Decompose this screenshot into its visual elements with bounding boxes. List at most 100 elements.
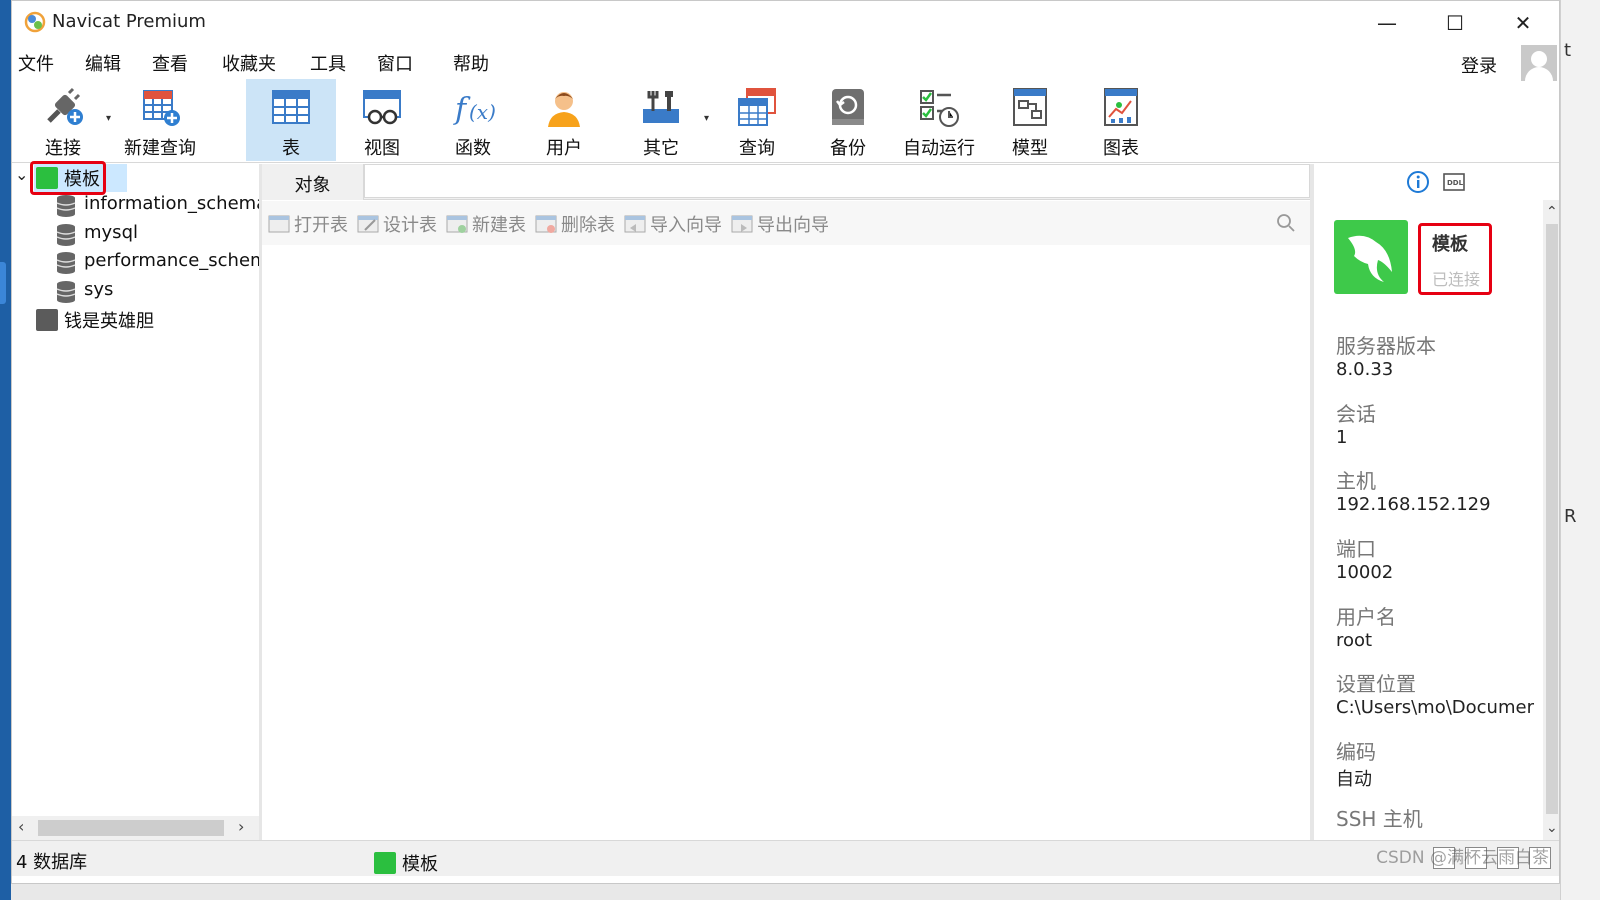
mysql-dolphin-icon	[36, 309, 58, 331]
user-label: 用户	[546, 138, 582, 159]
connect-label: 连接	[45, 138, 81, 159]
chevron-down-icon[interactable]: ⌄	[15, 165, 28, 184]
tree-item-database[interactable]: mysql	[12, 221, 259, 249]
minimize-button[interactable]: —	[1362, 7, 1412, 39]
scroll-down-icon[interactable]: ⌄	[1546, 820, 1558, 836]
database-icon	[56, 252, 76, 274]
chart-label: 图表	[1103, 138, 1139, 159]
connection-tree: ⌄ 模板 information_schema mysql performanc…	[12, 161, 259, 816]
model-label: 模型	[1012, 138, 1048, 159]
export-wizard-button[interactable]: 导出向导	[731, 211, 829, 237]
prop-label: 服务器版本	[1336, 334, 1436, 358]
ddl-icon[interactable]: DDL	[1442, 170, 1466, 194]
desktop-right-edge: t R	[1560, 0, 1600, 900]
prop-label: 用户名	[1336, 605, 1396, 629]
close-button[interactable]: ✕	[1498, 7, 1548, 39]
status-bar: 4 数据库 模板 CSDN @满杯云雨白茶	[12, 840, 1559, 876]
prop-value: C:\Users\mo\Documer	[1336, 697, 1534, 718]
tree-item-label: sys	[84, 279, 114, 300]
plug-icon	[47, 87, 83, 125]
design-table-icon	[357, 215, 379, 233]
new-table-button[interactable]: 新建表	[446, 211, 526, 237]
view-button[interactable]: 视图	[337, 79, 427, 161]
desktop-char: R	[1564, 506, 1577, 527]
other-dropdown-icon[interactable]: ▾	[704, 113, 709, 124]
chart-icon	[1104, 88, 1138, 126]
status-connection-label: 模板	[402, 854, 438, 875]
navicat-logo-icon	[24, 11, 46, 33]
open-table-button[interactable]: 打开表	[268, 211, 348, 237]
info-vertical-scrollbar[interactable]: ⌃ ⌄	[1543, 200, 1559, 840]
object-list-area[interactable]	[262, 245, 1310, 840]
export-icon	[731, 215, 753, 233]
function-icon: f (x)	[453, 92, 495, 127]
view-icon	[363, 90, 401, 125]
table-icon	[272, 90, 310, 124]
menu-edit[interactable]: 编辑	[85, 50, 121, 76]
automation-label: 自动运行	[903, 138, 975, 159]
tree-item-connection-other[interactable]: 钱是英雄胆	[12, 306, 259, 334]
info-icon[interactable]	[1406, 170, 1430, 194]
tree-item-database[interactable]: information_schema	[12, 192, 259, 220]
backup-button[interactable]: 备份	[803, 79, 893, 161]
menu-file[interactable]: 文件	[18, 50, 54, 76]
menu-view[interactable]: 查看	[152, 50, 188, 76]
new-table-label: 新建表	[472, 215, 526, 236]
user-button[interactable]: 用户	[519, 79, 609, 161]
open-table-icon	[268, 215, 290, 233]
menu-help[interactable]: 帮助	[453, 50, 489, 76]
database-icon	[56, 195, 76, 217]
maximize-button[interactable]: ☐	[1430, 7, 1480, 39]
tab-objects[interactable]: 对象	[262, 164, 364, 200]
menu-bar: 文件 编辑 查看 收藏夹 工具 窗口 帮助 登录	[12, 45, 1559, 81]
scrollbar-thumb[interactable]	[38, 820, 224, 836]
database-icon	[56, 281, 76, 303]
function-button[interactable]: f (x) 函数	[428, 79, 518, 161]
delete-table-button[interactable]: 删除表	[535, 211, 615, 237]
tree-item-database[interactable]: performance_schema	[12, 249, 259, 277]
chart-button[interactable]: 图表	[1076, 79, 1166, 161]
window-title: Navicat Premium	[52, 11, 206, 32]
mysql-connection-logo	[1334, 220, 1408, 294]
delete-table-icon	[535, 215, 557, 233]
prop-value: 8.0.33	[1336, 359, 1394, 380]
query-label: 查询	[739, 138, 775, 159]
desktop-char: t	[1564, 40, 1572, 61]
backup-label: 备份	[830, 138, 866, 159]
menu-tools[interactable]: 工具	[310, 50, 346, 76]
menu-window[interactable]: 窗口	[377, 50, 413, 76]
table-button[interactable]: 表	[246, 79, 336, 161]
prop-value: 自动	[1336, 769, 1372, 790]
search-icon[interactable]	[1276, 213, 1296, 233]
prop-label: 会话	[1336, 402, 1376, 426]
main-toolbar: 连接 ▾ 新建查询 表 视图 f (x) 函数 用户 其它 ▾ 查询 备份 自动…	[12, 79, 1559, 163]
tree-item-database[interactable]: sys	[12, 278, 259, 306]
user-avatar-icon[interactable]	[1521, 45, 1557, 81]
design-table-button[interactable]: 设计表	[357, 211, 437, 237]
connect-button[interactable]: 连接 ▾	[18, 79, 111, 161]
design-table-label: 设计表	[383, 215, 437, 236]
connect-dropdown-icon[interactable]: ▾	[106, 113, 111, 124]
model-button[interactable]: 模型	[985, 79, 1075, 161]
watermark: CSDN @满杯云雨白茶	[1376, 848, 1549, 868]
scroll-right-icon[interactable]: ›	[238, 817, 244, 836]
prop-value: 10002	[1336, 562, 1394, 583]
annotation-highlight-box	[1418, 223, 1492, 295]
scroll-up-icon[interactable]: ⌃	[1546, 204, 1558, 220]
tools-icon	[643, 91, 679, 123]
login-link[interactable]: 登录	[1461, 52, 1497, 78]
scrollbar-thumb[interactable]	[1546, 224, 1558, 814]
new-query-button[interactable]: 新建查询	[115, 79, 205, 161]
tree-horizontal-scrollbar[interactable]: ‹ ›	[12, 816, 259, 840]
other-button[interactable]: 其它 ▾	[616, 79, 709, 161]
automation-button[interactable]: 自动运行	[894, 79, 984, 161]
import-wizard-button[interactable]: 导入向导	[624, 211, 722, 237]
tree-item-label: information_schema	[84, 193, 259, 214]
export-wizard-label: 导出向导	[757, 215, 829, 236]
menu-favorites[interactable]: 收藏夹	[222, 50, 276, 76]
prop-label: 主机	[1336, 469, 1376, 493]
new-query-icon	[143, 90, 180, 126]
scroll-left-icon[interactable]: ‹	[18, 817, 24, 836]
query-button[interactable]: 查询	[712, 79, 802, 161]
info-panel: DDL 模板 已连接 服务器版本 8.0.33 会话 1 主机 192.168.…	[1314, 164, 1559, 840]
